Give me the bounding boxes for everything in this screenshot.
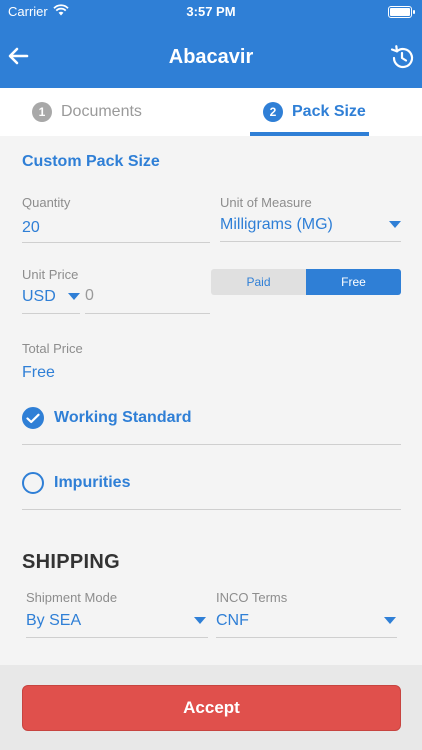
tab-pack-size[interactable]: 2 Pack Size (263, 88, 366, 136)
section-title: Custom Pack Size (22, 153, 160, 170)
navigation-bar: Abacavir (0, 30, 422, 80)
payment-toggle: Paid Free (211, 269, 401, 295)
status-time: 3:57 PM (186, 4, 236, 19)
unit-of-measure-label: Unit of Measure (220, 195, 312, 210)
shipment-mode-underline (26, 637, 208, 638)
unit-price-input[interactable]: 0 (85, 287, 94, 305)
tab-label: Pack Size (292, 103, 366, 120)
tab-step-number: 2 (263, 102, 283, 122)
unit-of-measure-select[interactable]: Milligrams (MG) (220, 216, 333, 234)
unit-price-label: Unit Price (22, 267, 79, 282)
quantity-input[interactable]: 20 (22, 219, 40, 237)
history-icon (390, 45, 414, 69)
tab-documents[interactable]: 1 Documents (32, 88, 142, 136)
free-option[interactable]: Free (306, 269, 401, 295)
chevron-down-icon[interactable] (384, 617, 396, 624)
chevron-down-icon[interactable] (389, 221, 401, 228)
radio-circle-icon[interactable] (22, 472, 44, 494)
top-bar: Carrier 3:57 PM Abacavir (0, 0, 422, 88)
shipment-mode-select[interactable]: By SEA (26, 612, 81, 630)
status-bar: Carrier 3:57 PM (0, 0, 422, 24)
total-price-value: Free (22, 364, 55, 381)
shipping-section-title: SHIPPING (22, 551, 120, 573)
footer-bar: Accept (0, 665, 422, 750)
chevron-down-icon[interactable] (68, 293, 80, 300)
inco-terms-label: INCO Terms (216, 590, 288, 605)
battery-icon (388, 6, 415, 18)
divider (22, 444, 401, 445)
divider (22, 509, 401, 510)
shipment-mode-label: Shipment Mode (26, 590, 118, 605)
page-title: Abacavir (168, 46, 254, 68)
impurities-label: Impurities (54, 474, 131, 491)
working-standard-option[interactable]: Working Standard (22, 407, 192, 429)
history-button[interactable] (386, 42, 418, 74)
inco-terms-underline (216, 637, 397, 638)
currency-underline (22, 313, 80, 314)
unit-price-underline (85, 313, 210, 314)
step-tabs: 1 Documents 2 Pack Size (0, 88, 422, 136)
paid-option[interactable]: Paid (211, 269, 306, 295)
unit-of-measure-underline (220, 241, 401, 242)
tab-label: Documents (61, 103, 142, 120)
quantity-label: Quantity (22, 195, 71, 210)
chevron-down-icon[interactable] (194, 617, 206, 624)
total-price-label: Total Price (22, 341, 83, 356)
tab-step-number: 1 (32, 102, 52, 122)
quantity-underline (22, 242, 210, 243)
inco-terms-select[interactable]: CNF (216, 612, 249, 630)
impurities-option[interactable]: Impurities (22, 472, 130, 494)
active-tab-indicator (250, 132, 369, 136)
currency-select[interactable]: USD (22, 288, 56, 306)
working-standard-label: Working Standard (54, 409, 192, 426)
accept-button[interactable]: Accept (22, 685, 401, 731)
checkmark-icon[interactable] (22, 407, 44, 429)
